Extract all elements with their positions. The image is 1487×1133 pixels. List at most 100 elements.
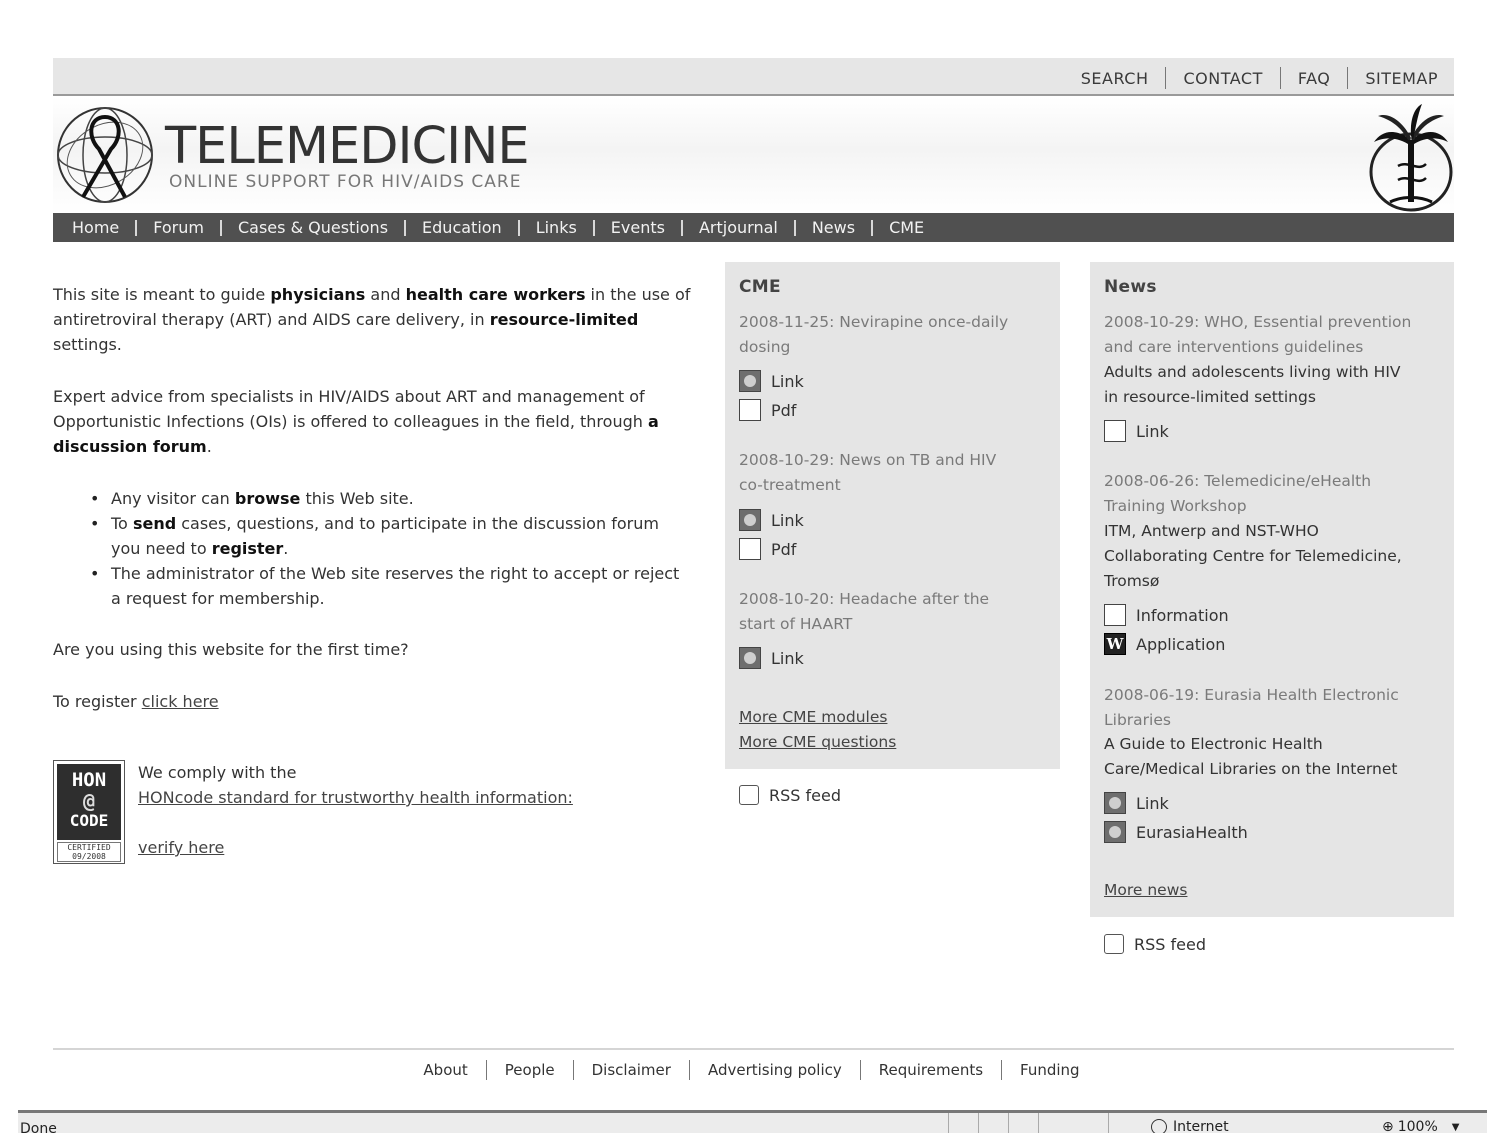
intro-text: .: [283, 539, 289, 558]
nav-news[interactable]: News: [812, 218, 855, 237]
nav-links[interactable]: Links: [536, 218, 577, 237]
link-label: Link: [771, 371, 804, 391]
intro-text: Any visitor can: [111, 489, 235, 508]
link-label: RSS feed: [769, 785, 841, 805]
link-label: Link: [1136, 793, 1169, 813]
news-item-date[interactable]: 2008-06-19: Eurasia Health Electronic Li…: [1104, 683, 1399, 733]
news-item-date[interactable]: 2008-10-29: WHO, Essential prevention an…: [1104, 310, 1411, 360]
cme-item-date[interactable]: 2008-10-20: Headache after the start of …: [739, 587, 989, 637]
news-rss-feed-link[interactable]: RSS feed: [1104, 934, 1206, 954]
intro-text: this Web site.: [300, 489, 414, 508]
status-cell: [1008, 1113, 1038, 1133]
date-line: 2008-10-20: Headache after the: [739, 590, 990, 608]
status-text: Done: [20, 1121, 57, 1133]
privacy-icon[interactable]: [1038, 1113, 1108, 1133]
news-item-description: A Guide to Electronic Health Care/Medica…: [1104, 732, 1397, 782]
comply-text: We comply with the: [138, 763, 297, 782]
separator: [572, 1060, 574, 1080]
footer-advertising-policy[interactable]: Advertising policy: [708, 1061, 842, 1079]
separator: [404, 219, 407, 236]
register-link[interactable]: click here: [142, 692, 219, 711]
separator: [219, 219, 222, 236]
cme-link[interactable]: Link: [739, 509, 804, 531]
footer-funding[interactable]: Funding: [1020, 1061, 1080, 1079]
contact-link[interactable]: CONTACT: [1183, 69, 1262, 88]
eurasiahealth-link[interactable]: EurasiaHealth: [1104, 821, 1248, 843]
separator: [592, 219, 595, 236]
search-link[interactable]: SEARCH: [1081, 69, 1149, 88]
date-line: 2008-10-29: News on TB and HIV: [739, 451, 997, 469]
intro-text: Expert advice from specialists in HIV/AI…: [53, 387, 648, 431]
more-news-link[interactable]: More news: [1104, 881, 1187, 899]
seal-text: CODE: [69, 811, 109, 830]
verify-link[interactable]: verify here: [138, 835, 573, 860]
pdf-icon: [739, 538, 761, 560]
date-line: Training Workshop: [1104, 497, 1247, 515]
cme-rss-feed-link[interactable]: RSS feed: [739, 785, 841, 805]
link-label: Application: [1136, 634, 1226, 654]
globe-ribbon-logo-icon[interactable]: [53, 103, 157, 207]
honcode-badge[interactable]: HON @ CODE CERTIFIED 09/2008: [53, 760, 125, 864]
first-time-question: Are you using this website for the first…: [53, 640, 409, 659]
date-line: dosing: [739, 338, 791, 356]
cme-link[interactable]: Link: [739, 647, 804, 669]
date-line: 2008-06-19: Eurasia Health Electronic: [1104, 686, 1399, 704]
nav-education[interactable]: Education: [422, 218, 502, 237]
separator: [135, 219, 138, 236]
pdf-icon: [739, 399, 761, 421]
information-pdf-link[interactable]: Information: [1104, 604, 1229, 626]
nav-home[interactable]: Home: [72, 218, 119, 237]
separator: [1347, 67, 1349, 89]
intro-column: This site is meant to guide physicians a…: [53, 282, 693, 741]
nav-events[interactable]: Events: [611, 218, 665, 237]
security-zone[interactable]: Internet: [1151, 1119, 1229, 1133]
rss-icon: [1104, 934, 1124, 954]
register-prefix: To register: [53, 692, 142, 711]
more-cme-modules-link[interactable]: More CME modules: [739, 708, 887, 726]
news-item-date[interactable]: 2008-06-26: Telemedicine/eHealth Trainin…: [1104, 469, 1371, 519]
news-panel: News 2008-10-29: WHO, Essential preventi…: [1090, 262, 1454, 917]
application-word-link[interactable]: W Application: [1104, 633, 1225, 655]
cme-link[interactable]: Link: [739, 370, 804, 392]
forum-paragraph: Expert advice from specialists in HIV/AI…: [53, 384, 693, 459]
news-pdf-link[interactable]: Link: [1104, 420, 1169, 442]
footer-requirements[interactable]: Requirements: [879, 1061, 983, 1079]
honcode-standard-link[interactable]: HONcode standard for trustworthy health …: [138, 785, 573, 810]
pdf-icon: [1104, 604, 1126, 626]
zoom-control[interactable]: ⊕ 100% ▼: [1382, 1119, 1459, 1133]
separator: [485, 1060, 487, 1080]
more-cme-questions-link[interactable]: More CME questions: [739, 733, 896, 751]
nav-cme[interactable]: CME: [889, 218, 924, 237]
cme-item-date[interactable]: 2008-11-25: Nevirapine once-daily dosing: [739, 310, 1008, 360]
news-link[interactable]: Link: [1104, 792, 1169, 814]
nav-cases-questions[interactable]: Cases & Questions: [238, 218, 388, 237]
web-page-icon: [739, 647, 761, 669]
desc-line: Tromsø: [1104, 572, 1160, 590]
date-line: 2008-11-25: Nevirapine once-daily: [739, 313, 1009, 331]
nav-forum[interactable]: Forum: [153, 218, 204, 237]
separator: [680, 219, 683, 236]
intro-text: cases, questions, and to participate in …: [111, 514, 659, 558]
footer-about[interactable]: About: [423, 1061, 467, 1079]
footer-people[interactable]: People: [505, 1061, 555, 1079]
desc-line: ITM, Antwerp and NST-WHO: [1104, 522, 1319, 540]
utility-links: SEARCH CONTACT FAQ SITEMAP: [1081, 67, 1438, 89]
honcode-seal: HON @ CODE: [57, 764, 121, 840]
separator: [871, 219, 874, 236]
cme-pdf-link[interactable]: Pdf: [739, 399, 796, 421]
sitemap-link[interactable]: SITEMAP: [1365, 69, 1438, 88]
separator: [688, 1060, 690, 1080]
pdf-icon: [1104, 420, 1126, 442]
certified-label: CERTIFIED 09/2008: [57, 842, 121, 862]
footer-disclaimer[interactable]: Disclaimer: [592, 1061, 671, 1079]
cme-item-date[interactable]: 2008-10-29: News on TB and HIV co-treatm…: [739, 448, 996, 498]
date-line: Libraries: [1104, 711, 1171, 729]
news-item-description: ITM, Antwerp and NST-WHO Collaborating C…: [1104, 519, 1402, 594]
intro-text: and: [365, 285, 406, 304]
seal-text: HON: [71, 769, 107, 791]
nav-artjournal[interactable]: Artjournal: [699, 218, 778, 237]
cme-pdf-link[interactable]: Pdf: [739, 538, 796, 560]
link-label: Link: [771, 510, 804, 530]
date-line: 2008-10-29: WHO, Essential prevention: [1104, 313, 1412, 331]
faq-link[interactable]: FAQ: [1298, 69, 1331, 88]
